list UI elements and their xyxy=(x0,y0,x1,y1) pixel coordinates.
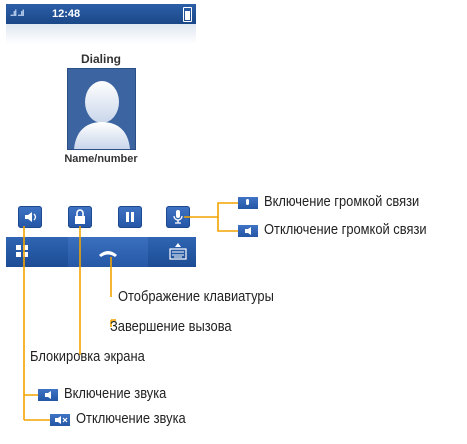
callout-sound-on: Включение звука xyxy=(64,385,167,402)
callout-sound-off: Отключение звука xyxy=(76,410,186,427)
speaker-on-icon xyxy=(238,197,258,209)
callout-lock: Блокировка экрана xyxy=(30,348,145,365)
speaker-off-icon xyxy=(238,225,258,237)
callout-speaker-off: Отключение громкой связи xyxy=(264,221,427,238)
callout-end-call: Завершение вызова xyxy=(110,318,232,335)
callout-keypad: Отображение клавиатуры xyxy=(118,288,274,305)
callout-speaker-on: Включение громкой связи xyxy=(264,193,420,210)
sound-off-icon xyxy=(50,414,70,426)
sound-on-icon xyxy=(38,389,58,401)
